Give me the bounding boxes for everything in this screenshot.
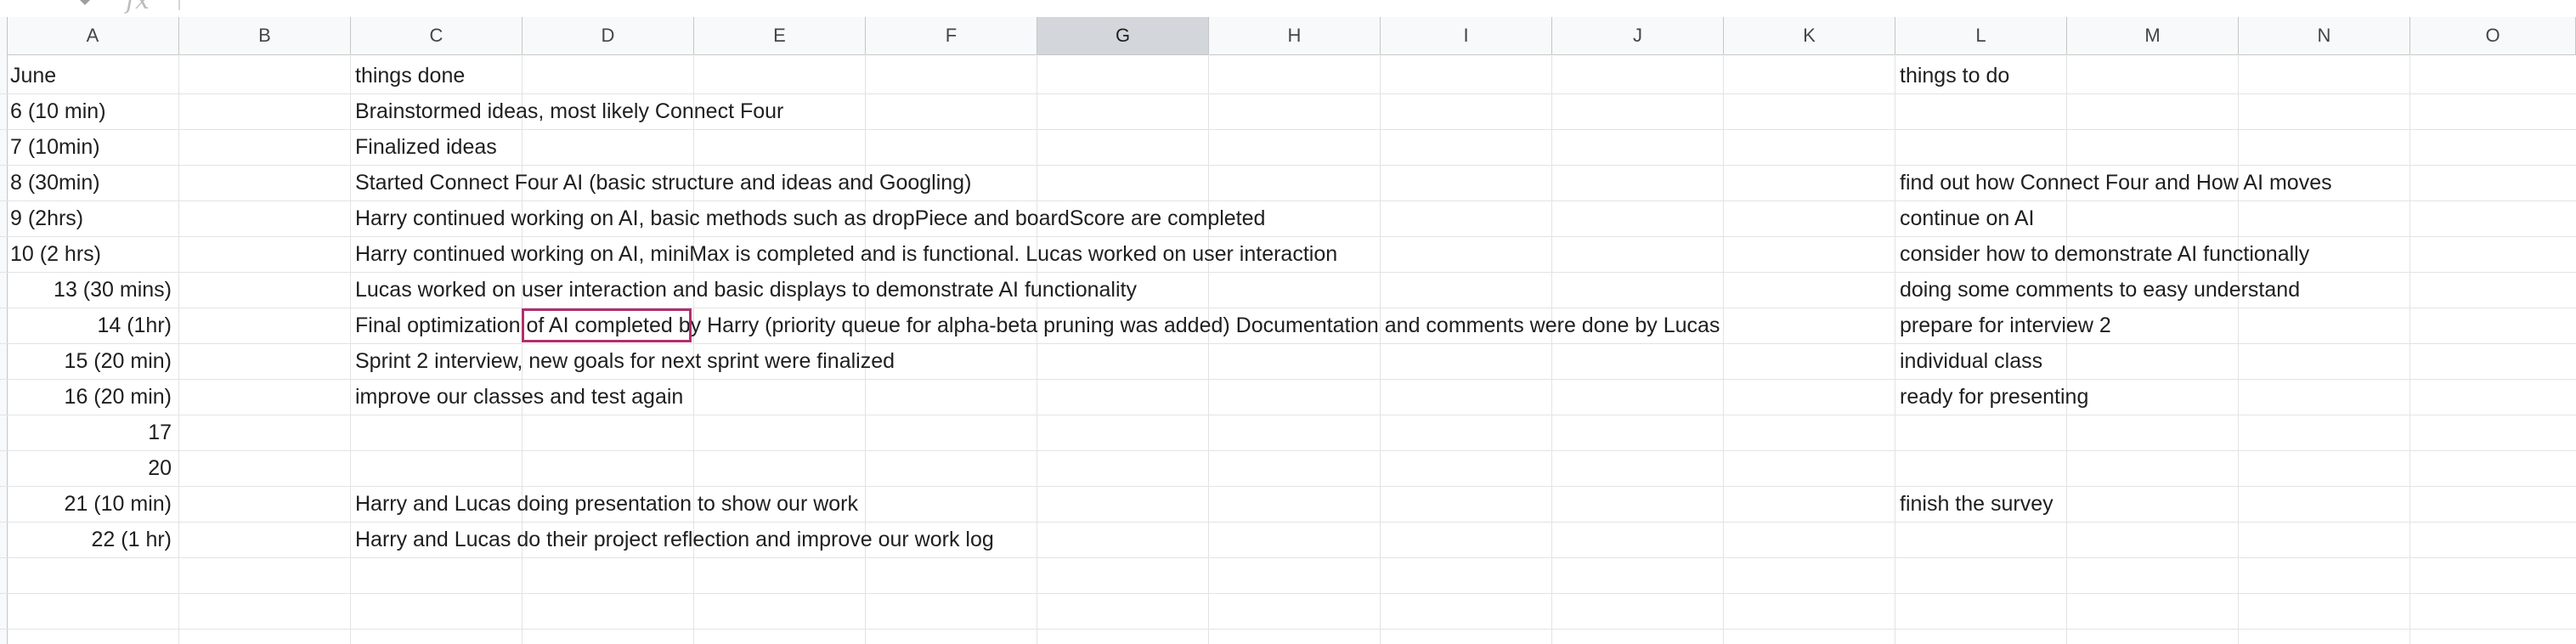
cell-a14[interactable]: 22 (1 hr) — [7, 522, 172, 557]
cell-a1[interactable]: June — [10, 58, 172, 93]
cell-c10[interactable]: improve our classes and test again — [355, 379, 683, 415]
cell-c2[interactable]: Brainstormed ideas, most likely Connect … — [355, 93, 783, 129]
gridline-vertical — [2409, 54, 2410, 644]
cell-c9[interactable]: Sprint 2 interview, new goals for next s… — [355, 343, 895, 379]
cell-a7[interactable]: 13 (30 mins) — [7, 272, 172, 308]
cell-c8[interactable]: Final optimization of AI completed by Ha… — [355, 308, 1720, 343]
cell-c6[interactable]: Harry continued working on AI, miniMax i… — [355, 236, 1337, 272]
column-header-j[interactable]: J — [1552, 17, 1724, 54]
gridline-horizontal — [0, 629, 2576, 630]
cell-l7[interactable]: doing some comments to easy understand — [1900, 272, 2300, 308]
column-header-c[interactable]: C — [351, 17, 523, 54]
cell-c5[interactable]: Harry continued working on AI, basic met… — [355, 201, 1265, 236]
column-header-g[interactable]: G — [1037, 17, 1209, 54]
cell-l4[interactable]: find out how Connect Four and How AI mov… — [1900, 165, 2332, 201]
cell-c13[interactable]: Harry and Lucas doing presentation to sh… — [355, 486, 858, 522]
cell-l1[interactable]: things to do — [1900, 58, 2009, 93]
cell-l10[interactable]: ready for presenting — [1900, 379, 2088, 415]
column-header-k[interactable]: K — [1724, 17, 1895, 54]
cell-a5[interactable]: 9 (2hrs) — [10, 201, 172, 236]
column-header-f[interactable]: F — [866, 17, 1037, 54]
column-header-h[interactable]: H — [1209, 17, 1381, 54]
cell-a13[interactable]: 21 (10 min) — [7, 486, 172, 522]
gridline-vertical — [1723, 54, 1724, 644]
cell-a8[interactable]: 14 (1hr) — [7, 308, 172, 343]
cell-a3[interactable]: 7 (10min) — [10, 129, 172, 165]
gridline-horizontal — [0, 557, 2576, 558]
cell-c4[interactable]: Started Connect Four AI (basic structure… — [355, 165, 971, 201]
gridline-vertical — [2238, 54, 2239, 644]
column-header-b[interactable]: B — [179, 17, 351, 54]
cell-l6[interactable]: consider how to demonstrate AI functiona… — [1900, 236, 2309, 272]
cell-l5[interactable]: continue on AI — [1900, 201, 2034, 236]
cell-l9[interactable]: individual class — [1900, 343, 2042, 379]
gridline-vertical — [350, 54, 351, 644]
cell-a12[interactable]: 20 — [7, 450, 172, 486]
gridline-vertical — [2066, 54, 2067, 644]
gridline-vertical — [1551, 54, 1552, 644]
cell-c14[interactable]: Harry and Lucas do their project reflect… — [355, 522, 994, 557]
column-header-l[interactable]: L — [1895, 17, 2067, 54]
cell-c1[interactable]: things done — [355, 58, 465, 93]
name-box-dropdown-icon[interactable] — [80, 0, 90, 5]
cell-c7[interactable]: Lucas worked on user interaction and bas… — [355, 272, 1137, 308]
cell-a4[interactable]: 8 (30min) — [10, 165, 172, 201]
gridline-vertical — [1380, 54, 1381, 644]
cell-a10[interactable]: 16 (20 min) — [7, 379, 172, 415]
gridline-vertical — [178, 54, 179, 644]
column-header-e[interactable]: E — [694, 17, 866, 54]
column-header-d[interactable]: D — [523, 17, 694, 54]
cell-a11[interactable]: 17 — [7, 415, 172, 450]
cell-l8[interactable]: prepare for interview 2 — [1900, 308, 2111, 343]
formula-bar-divider — [178, 0, 180, 10]
cell-l13[interactable]: finish the survey — [1900, 486, 2053, 522]
column-header-n[interactable]: N — [2239, 17, 2410, 54]
gridline-vertical — [1208, 54, 1209, 644]
gridline-horizontal — [0, 593, 2576, 594]
column-header-a[interactable]: A — [7, 17, 179, 54]
formula-bar: fx — [0, 0, 2576, 18]
column-header-i[interactable]: I — [1381, 17, 1552, 54]
column-header-m[interactable]: M — [2067, 17, 2239, 54]
cell-a2[interactable]: 6 (10 min) — [10, 93, 172, 129]
cell-a6[interactable]: 10 (2 hrs) — [10, 236, 172, 272]
gridline-horizontal — [0, 450, 2576, 451]
cell-a9[interactable]: 15 (20 min) — [7, 343, 172, 379]
column-header-o[interactable]: O — [2410, 17, 2576, 54]
spreadsheet: fx A B C D E F G H I J K L M N O June th… — [0, 0, 2576, 644]
fx-icon: fx — [126, 0, 150, 15]
cell-c3[interactable]: Finalized ideas — [355, 129, 497, 165]
